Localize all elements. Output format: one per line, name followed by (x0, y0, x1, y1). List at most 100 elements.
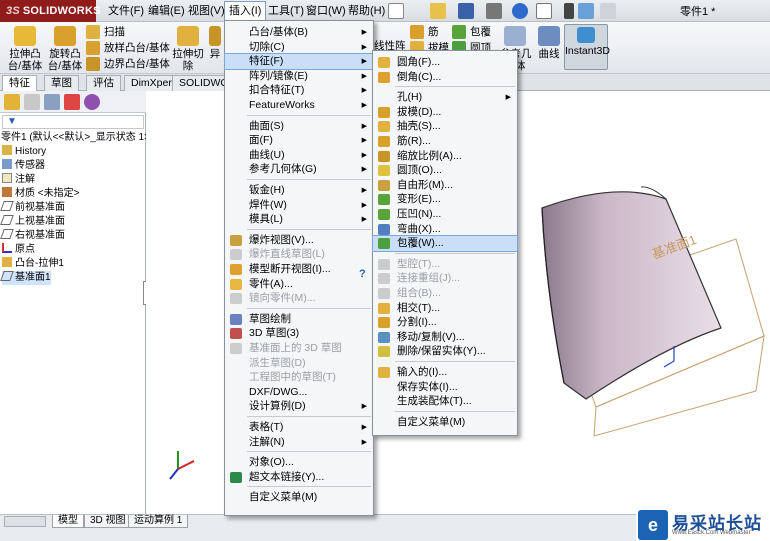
tree-filter[interactable]: ▼ (2, 115, 144, 129)
rib-button[interactable]: 筋 (410, 24, 439, 40)
feature-submenu-item[interactable]: 型腔(T)... (373, 257, 517, 272)
extrude-boss-button[interactable]: 拉伸凸 台/基体 (6, 26, 44, 72)
select-cursor-icon[interactable] (536, 3, 552, 19)
tree-item-plane1[interactable]: 基准面1 (0, 271, 51, 285)
insert-menu-item[interactable]: 表格(T) ▶ (225, 420, 373, 435)
wrap-button[interactable]: 包覆 (452, 24, 491, 40)
insert-menu-item[interactable]: 钣金(H) ▶ (225, 183, 373, 198)
menu-help[interactable]: 帮助(H) (344, 3, 389, 19)
feature-submenu-item[interactable]: 拔模(D)... (373, 105, 517, 120)
insert-menu-item[interactable]: 注解(N) ▶ (225, 435, 373, 450)
menu-edit[interactable]: 编辑(E) (144, 3, 189, 19)
insert-menu-item[interactable]: 草图绘制 (225, 312, 373, 327)
options-icon[interactable] (578, 3, 594, 19)
feature-submenu-item[interactable]: 移动/复制(V)... (373, 330, 517, 345)
tab-scroll-buttons[interactable] (4, 516, 46, 527)
save-icon[interactable] (458, 3, 474, 19)
tab-3d-views[interactable]: 3D 视图 (84, 515, 132, 528)
sweep-button[interactable]: 扫描 (86, 24, 125, 40)
property-manager-tab-icon[interactable] (24, 94, 40, 110)
tree-item-origin[interactable]: 原点 (2, 243, 35, 257)
tab-model[interactable]: 模型 (52, 515, 84, 528)
tree-item-annotations[interactable]: 注解 (2, 173, 35, 187)
revolve-boss-button[interactable]: 旋转凸 台/基体 (46, 26, 84, 72)
tab-sketch[interactable]: 草图 (44, 75, 79, 91)
insert-menu-item[interactable]: 对象(O)... (225, 455, 373, 470)
insert-menu-item[interactable]: 超文本链接(Y)... (225, 470, 373, 485)
traffic-light-icon[interactable] (564, 3, 574, 19)
insert-menu-item[interactable]: 曲线(U) ▶ (225, 148, 373, 163)
menu-window[interactable]: 窗口(W) (302, 3, 350, 19)
feature-submenu-item[interactable]: 自由形(M)... (373, 178, 517, 193)
feature-submenu-item[interactable]: 倒角(C)... (373, 70, 517, 85)
menu-insert[interactable]: 插入(I) (224, 1, 267, 21)
insert-menu-item[interactable]: 特征(F) ▶ (224, 53, 374, 71)
feature-submenu-item[interactable]: 生成装配体(T)... (373, 394, 517, 409)
insert-menu-item[interactable]: DXF/DWG... (225, 385, 373, 400)
feature-submenu-item[interactable]: 自定义菜单(M) (373, 415, 517, 430)
tree-item-history[interactable]: History (2, 145, 46, 159)
feature-submenu-item[interactable]: 缩放比例(A)... (373, 149, 517, 164)
display-manager-tab-icon[interactable] (84, 94, 100, 110)
other-cut-button[interactable]: 异 (208, 26, 222, 60)
layout-icon[interactable] (600, 3, 616, 19)
feature-submenu-item[interactable]: 包覆(W)... (372, 235, 518, 253)
tab-features[interactable]: 特征 (2, 75, 37, 92)
insert-menu-item[interactable]: 基准面上的 3D 草图 (225, 341, 373, 356)
insert-menu-item[interactable]: 模具(L) ▶ (225, 212, 373, 227)
dimxpert-manager-tab-icon[interactable] (64, 94, 80, 110)
tree-root-part[interactable]: 零件1 (默认<<默认>_显示状态 1>) (1, 131, 153, 145)
curves-button[interactable]: 曲线 (536, 26, 562, 60)
insert-menu-item[interactable]: 扣合特征(T) ▶ (225, 83, 373, 98)
tree-item-front-plane[interactable]: 前视基准面 (0, 201, 65, 215)
feature-submenu-item[interactable]: 圆角(F)... (373, 55, 517, 70)
insert-menu-item[interactable]: 爆炸直线草图(L) (225, 247, 373, 262)
feature-submenu-item[interactable]: 分割(I)... (373, 315, 517, 330)
tree-item-sensors[interactable]: 传感器 (2, 159, 45, 173)
insert-menu-item[interactable]: 零件(A)... (225, 277, 373, 292)
insert-menu-item[interactable]: 派生草图(D) (225, 356, 373, 371)
tree-item-top-plane[interactable]: 上视基准面 (0, 215, 65, 229)
insert-menu-item[interactable]: 曲面(S) ▶ (225, 119, 373, 134)
tree-item-material[interactable]: 材质 <未指定> (2, 187, 79, 201)
insert-menu-item[interactable]: 参考几何体(G) ▶ (225, 162, 373, 177)
undo-icon[interactable] (512, 3, 528, 19)
insert-menu-item[interactable]: 镜向零件(M)... (225, 291, 373, 306)
loft-button[interactable]: 放样凸台/基体 (86, 40, 170, 56)
feature-submenu-item[interactable]: 筋(R)... (373, 134, 517, 149)
menu-view[interactable]: 视图(V) (184, 3, 229, 19)
solidworks-logo[interactable]: 3S SOLIDWORKS (0, 0, 100, 22)
insert-menu-item[interactable]: FeatureWorks ▶ (225, 98, 373, 113)
insert-menu-item[interactable]: 设计算例(D) ▶ (225, 399, 373, 414)
insert-menu-item[interactable]: 焊件(W) ▶ (225, 198, 373, 213)
feature-manager-tab-icon[interactable] (4, 94, 20, 110)
insert-menu-item[interactable]: 模型断开视图(I)... (225, 262, 373, 277)
tree-item-boss-extrude1[interactable]: 凸台-拉伸1 (2, 257, 64, 271)
feature-submenu-item[interactable]: 相交(T)... (373, 301, 517, 316)
feature-submenu-item[interactable]: 输入的(I)... (373, 365, 517, 380)
open-folder-icon[interactable] (430, 3, 446, 19)
feature-submenu-item[interactable]: 抽壳(S)... (373, 119, 517, 134)
insert-menu-item[interactable]: 阵列/镜像(E) ▶ (225, 69, 373, 84)
feature-submenu-item[interactable]: 组合(B)... (373, 286, 517, 301)
feature-submenu-item[interactable]: 连接重组(J)... (373, 271, 517, 286)
feature-submenu-item[interactable]: 压凹(N)... (373, 207, 517, 222)
extrude-cut-button[interactable]: 拉伸切 除 (170, 26, 206, 72)
tab-evaluate[interactable]: 评估 (86, 75, 121, 91)
insert-menu-item[interactable]: 3D 草图(3) (225, 326, 373, 341)
new-document-icon[interactable] (388, 3, 404, 19)
feature-submenu-item[interactable]: 圆顶(O)... (373, 163, 517, 178)
feature-submenu-item[interactable]: 删除/保留实体(Y)... (373, 344, 517, 359)
tab-motion-study[interactable]: 运动算例 1 (128, 515, 189, 528)
configuration-manager-tab-icon[interactable] (44, 94, 60, 110)
tree-item-right-plane[interactable]: 右视基准面 (0, 229, 65, 243)
instant3d-button[interactable]: Instant3D (564, 24, 610, 70)
insert-menu-item[interactable]: 自定义菜单(M) (225, 490, 373, 505)
insert-menu-item[interactable]: 凸台/基体(B) ▶ (225, 25, 373, 40)
menu-file[interactable]: 文件(F) (104, 3, 148, 19)
boundary-boss-button[interactable]: 边界凸台/基体 (86, 56, 170, 72)
insert-menu-item[interactable]: 工程图中的草图(T) (225, 370, 373, 385)
insert-menu-item[interactable]: 面(F) ▶ (225, 133, 373, 148)
print-icon[interactable] (486, 3, 502, 19)
help-icon[interactable]: ? (359, 268, 366, 280)
